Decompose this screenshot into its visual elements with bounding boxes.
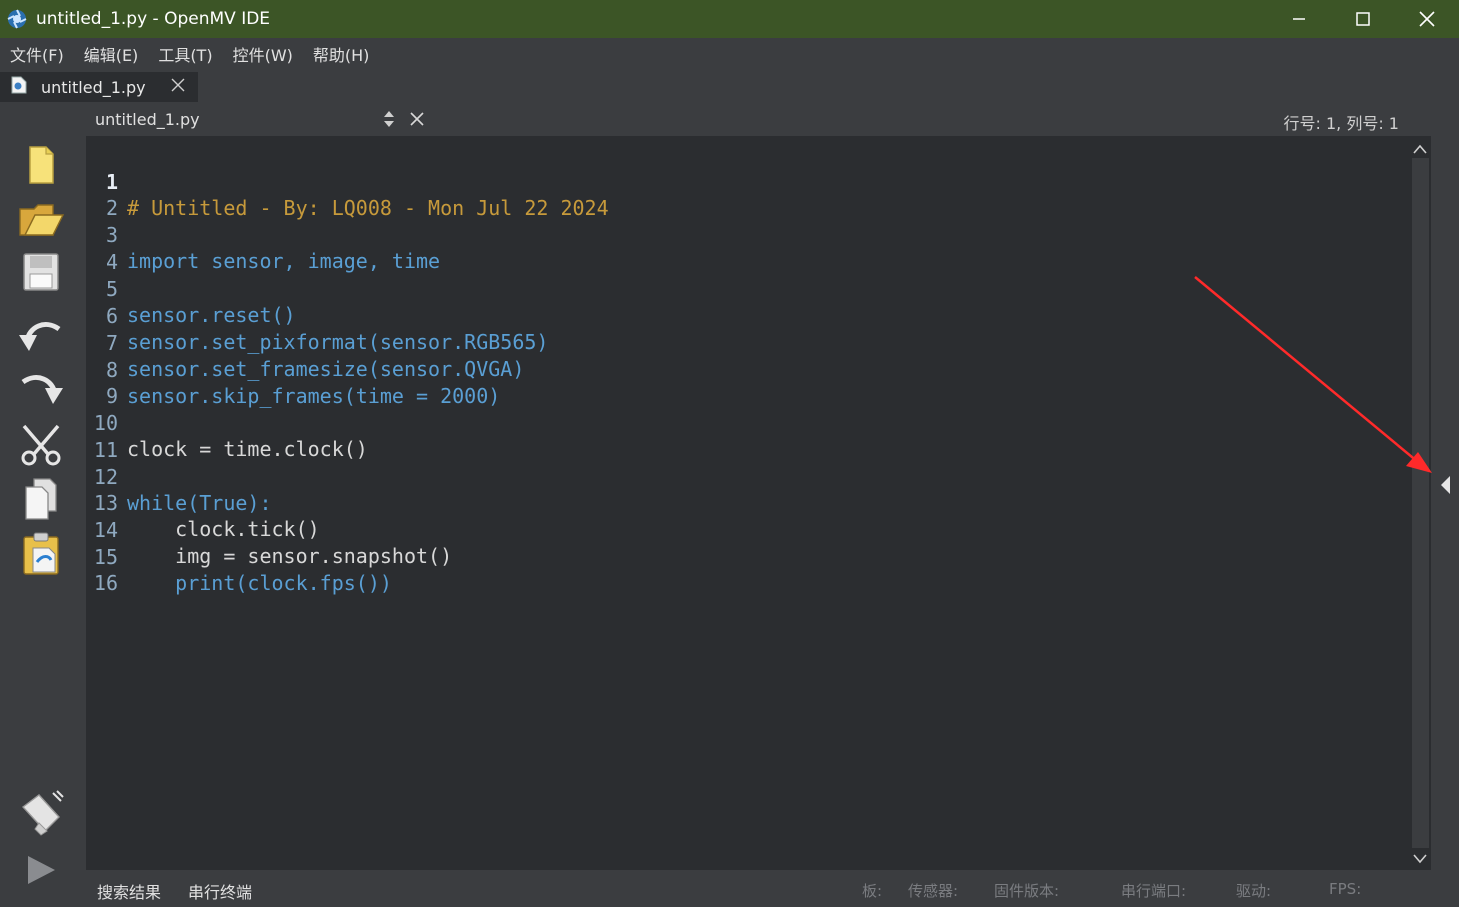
code-text: # Untitled - By: LQ008 - Mon Jul 22 2024 [127, 196, 609, 220]
minimize-icon [1293, 18, 1305, 20]
close-icon [1419, 11, 1435, 27]
maximize-button[interactable] [1331, 0, 1395, 38]
code-line: 13 clock.tick() [86, 464, 320, 541]
close-document-icon[interactable] [409, 111, 425, 131]
code-line: 6 sensor.set_pixformat(sensor.RGB565) [86, 277, 548, 354]
code-text: sensor.reset() [127, 303, 296, 327]
tab-untitled-1[interactable]: untitled_1.py [0, 72, 198, 102]
maximize-icon [1356, 12, 1370, 26]
cut-icon [21, 424, 61, 466]
menu-help[interactable]: 帮助(H) [313, 42, 370, 66]
code-line: 7 sensor.set_framesize(sensor.QVGA) [86, 304, 524, 381]
close-tab-icon[interactable] [170, 77, 186, 97]
cut-button[interactable] [16, 420, 66, 470]
run-icon [28, 856, 55, 884]
open-file-button[interactable] [16, 194, 66, 244]
save-icon [23, 253, 59, 291]
code-text: import sensor, image, time [127, 249, 441, 273]
vertical-scrollbar[interactable] [1410, 136, 1431, 870]
code-text: while(True): [127, 491, 272, 515]
search-results-button[interactable]: 搜索结果 [97, 879, 161, 903]
save-button[interactable] [16, 247, 66, 297]
code-line: 12 while(True): [86, 438, 272, 515]
menu-bar: 文件(F) 编辑(E) 工具(T) 控件(W) 帮助(H) [0, 38, 1459, 70]
driver-label: 驱动: [1236, 882, 1272, 900]
code-text: print(clock.fps()) [127, 571, 392, 595]
board-label: 板: [862, 882, 883, 900]
code-text: clock = time.clock() [127, 437, 368, 461]
menu-file[interactable]: 文件(F) [10, 42, 64, 66]
code-text: sensor.skip_frames(time = 2000) [127, 384, 501, 408]
serial-terminal-button[interactable]: 串行终端 [188, 879, 252, 903]
code-line: 14 img = sensor.snapshot() [86, 491, 452, 568]
code-text: sensor.set_framesize(sensor.QVGA) [127, 357, 525, 381]
code-editor[interactable]: 1 # Untitled - By: LQ008 - Mon Jul 22 20… [86, 136, 1410, 870]
code-line: 16 [86, 544, 134, 595]
python-file-icon [11, 76, 27, 98]
redo-button[interactable] [16, 367, 66, 417]
code-line: 15 print(clock.fps()) [86, 518, 392, 595]
menu-widgets[interactable]: 控件(W) [233, 42, 293, 66]
connect-usb-icon [21, 790, 64, 836]
code-line: 5 sensor.reset() [86, 250, 296, 327]
close-window-button[interactable] [1395, 0, 1459, 38]
scroll-down-icon[interactable] [1413, 850, 1427, 869]
run-button[interactable] [16, 845, 66, 895]
scrollbar-track[interactable] [1412, 158, 1429, 848]
expand-panel-icon[interactable] [1439, 475, 1451, 499]
document-selector[interactable]: untitled_1.py [95, 110, 381, 129]
undo-button[interactable] [16, 314, 66, 364]
firmware-label: 固件版本: [994, 882, 1060, 900]
code-line: 2 [86, 169, 134, 220]
editor-header: untitled_1.py 行号: 1, 列号: 1 [86, 102, 1431, 136]
connect-button[interactable] [16, 788, 66, 838]
up-down-arrows-icon[interactable] [383, 110, 395, 132]
file-tab-bar: untitled_1.py [0, 70, 1459, 102]
paste-icon [23, 532, 59, 575]
code-text: sensor.set_pixformat(sensor.RGB565) [127, 330, 549, 354]
minimize-button[interactable] [1267, 0, 1331, 38]
code-line: 1 # Untitled - By: LQ008 - Mon Jul 22 20… [86, 143, 609, 220]
scroll-up-icon[interactable] [1413, 140, 1427, 159]
right-side-panel [1431, 102, 1459, 870]
redo-icon [21, 375, 63, 404]
openmv-aperture-icon [6, 8, 28, 30]
sensor-label: 传感器: [908, 882, 959, 900]
line-number: 16 [93, 571, 118, 595]
code-line: 9 [86, 357, 134, 408]
code-text: clock.tick() [127, 517, 320, 541]
menu-tools[interactable]: 工具(T) [158, 42, 212, 66]
window-title: untitled_1.py - OpenMV IDE [36, 9, 271, 29]
open-folder-icon [19, 204, 65, 236]
code-line: 10 clock = time.clock() [86, 384, 368, 461]
new-file-button[interactable] [16, 140, 66, 190]
copy-icon [25, 478, 57, 520]
paste-button[interactable] [16, 529, 66, 579]
tab-label: untitled_1.py [41, 77, 146, 97]
left-toolbar [0, 102, 86, 907]
copy-button[interactable] [16, 474, 66, 524]
new-file-icon [29, 146, 54, 184]
code-line: 8 sensor.skip_frames(time = 2000) [86, 331, 500, 408]
code-line: 11 [86, 411, 134, 462]
cursor-position: 行号: 1, 列号: 1 [1283, 114, 1400, 133]
serial-port-label: 串行端口: [1121, 882, 1187, 900]
undo-icon [19, 322, 61, 351]
code-text: img = sensor.snapshot() [127, 544, 453, 568]
menu-edit[interactable]: 编辑(E) [84, 42, 139, 66]
status-bar: 搜索结果 串行终端 板: 传感器: 固件版本: 串行端口: 驱动: FPS: [86, 870, 1459, 907]
code-line: 3 import sensor, image, time [86, 196, 440, 273]
title-bar: untitled_1.py - OpenMV IDE [0, 0, 1459, 38]
code-line: 4 [86, 223, 134, 274]
fps-label: FPS: [1329, 880, 1362, 898]
